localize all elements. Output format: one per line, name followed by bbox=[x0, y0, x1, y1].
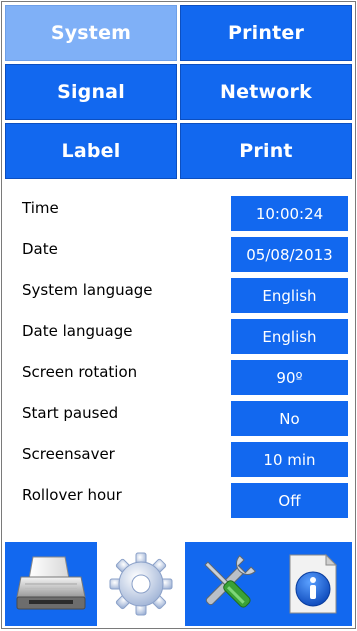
time-value-button[interactable]: 10:00:24 bbox=[231, 196, 348, 231]
setting-row-rollover-hour: Rollover hour Off bbox=[2, 479, 355, 520]
date-value-button[interactable]: 05/08/2013 bbox=[231, 237, 348, 272]
screen-rotation-value-button[interactable]: 90º bbox=[231, 360, 348, 395]
setting-label: Date bbox=[22, 240, 58, 258]
setting-row-date: Date 05/08/2013 bbox=[2, 233, 355, 274]
bottom-tab-bar bbox=[5, 542, 352, 626]
setting-label: Rollover hour bbox=[22, 486, 122, 504]
printer-icon bbox=[16, 556, 86, 610]
system-language-value-button[interactable]: English bbox=[231, 278, 348, 313]
rollover-hour-value-button[interactable]: Off bbox=[231, 483, 348, 518]
start-paused-value-button[interactable]: No bbox=[231, 401, 348, 436]
setting-label: Screensaver bbox=[22, 445, 115, 463]
setting-label: Start paused bbox=[22, 404, 119, 422]
gear-icon bbox=[109, 552, 173, 616]
settings-screen: System Printer Signal Network Label Prin… bbox=[1, 1, 356, 629]
setting-row-date-language: Date language English bbox=[2, 315, 355, 356]
date-language-value-button[interactable]: English bbox=[231, 319, 348, 354]
category-print-button[interactable]: Print bbox=[180, 123, 352, 179]
tools-icon bbox=[204, 555, 256, 608]
settings-list: Time 10:00:24 Date 05/08/2013 System lan… bbox=[2, 192, 355, 520]
setting-row-screensaver: Screensaver 10 min bbox=[2, 438, 355, 479]
category-network-button[interactable]: Network bbox=[180, 64, 352, 120]
tab-info[interactable] bbox=[269, 542, 353, 626]
setting-row-system-language: System language English bbox=[2, 274, 355, 315]
tab-tools[interactable] bbox=[185, 542, 269, 626]
setting-row-screen-rotation: Screen rotation 90º bbox=[2, 356, 355, 397]
category-grid: System Printer Signal Network Label Prin… bbox=[5, 5, 352, 179]
category-system-button[interactable]: System bbox=[5, 5, 177, 61]
tab-settings[interactable] bbox=[97, 542, 185, 626]
category-signal-button[interactable]: Signal bbox=[5, 64, 177, 120]
tab-printer[interactable] bbox=[5, 542, 97, 626]
screensaver-value-button[interactable]: 10 min bbox=[231, 442, 348, 477]
category-label-button[interactable]: Label bbox=[5, 123, 177, 179]
info-icon bbox=[289, 553, 338, 614]
setting-label: Screen rotation bbox=[22, 363, 138, 381]
setting-label: Date language bbox=[22, 322, 133, 340]
setting-label: Time bbox=[22, 199, 59, 217]
setting-row-start-paused: Start paused No bbox=[2, 397, 355, 438]
setting-label: System language bbox=[22, 281, 153, 299]
category-printer-button[interactable]: Printer bbox=[180, 5, 352, 61]
setting-row-time: Time 10:00:24 bbox=[2, 192, 355, 233]
